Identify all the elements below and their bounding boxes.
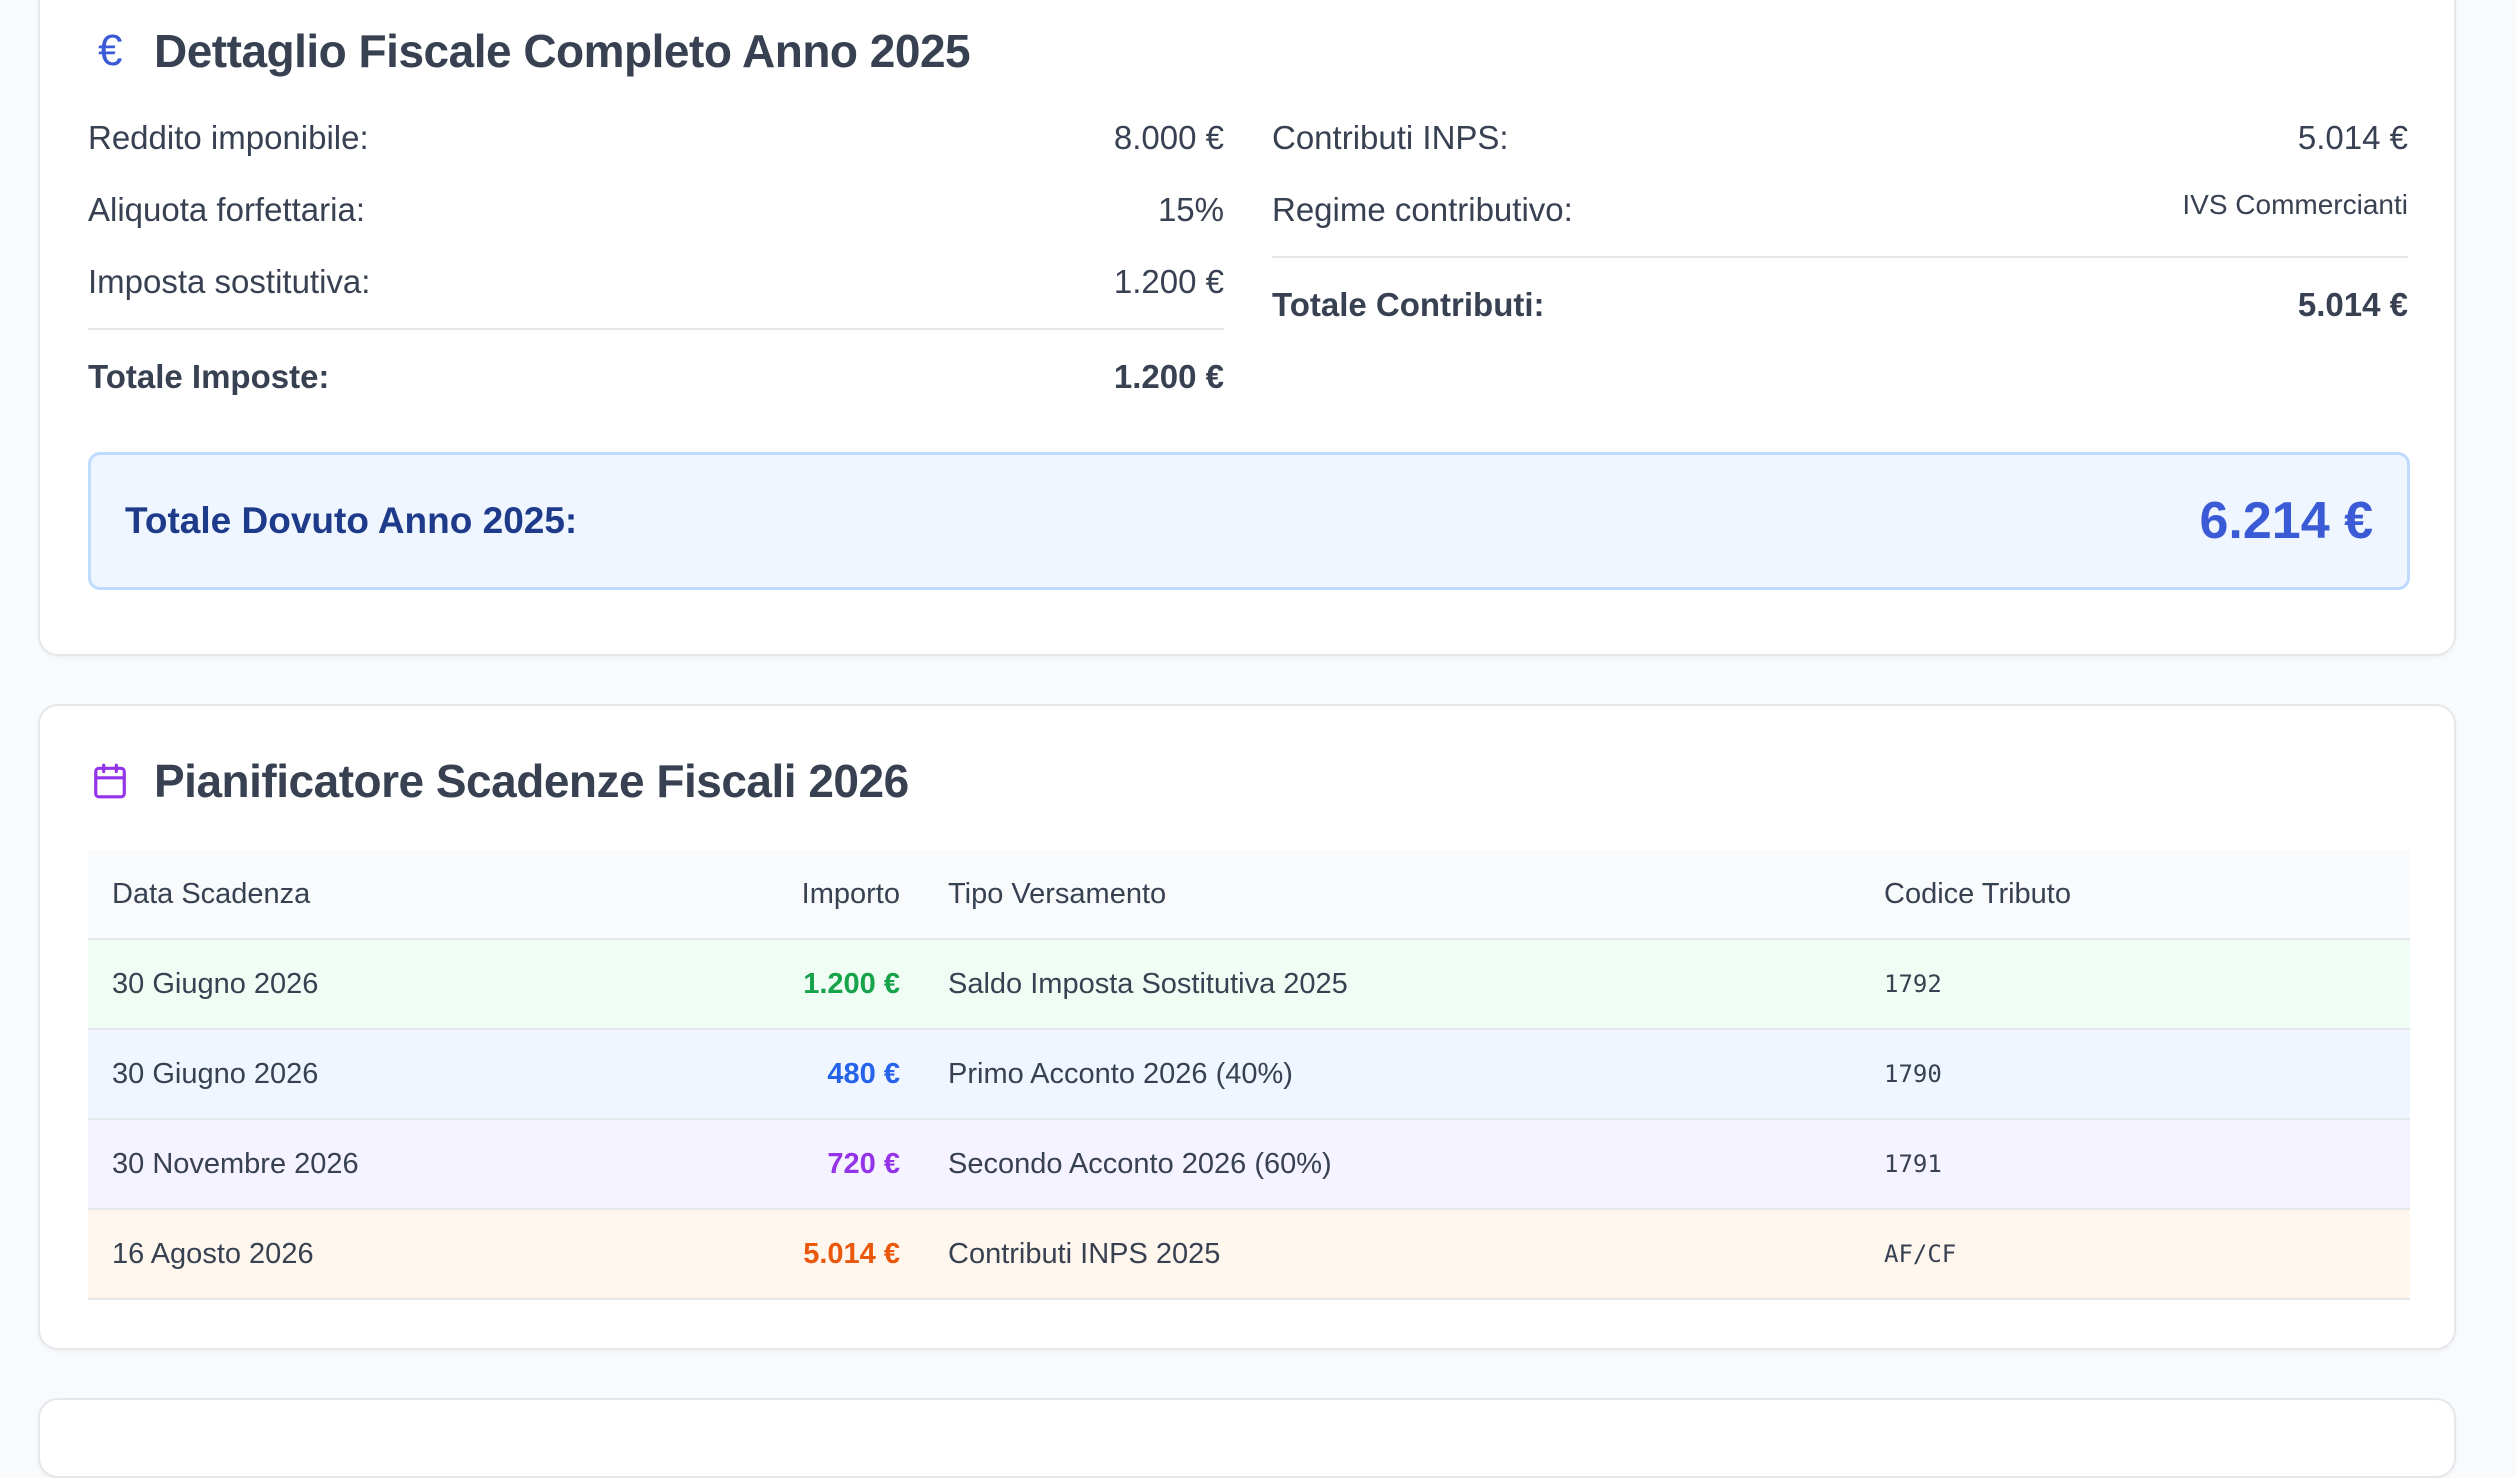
row-date: 30 Novembre 2026 <box>112 1147 359 1180</box>
fiscal-detail-card: € Dettaglio Fiscale Completo Anno 2025 R… <box>38 0 2456 656</box>
row-code: 1790 <box>1884 1060 1942 1088</box>
row-label: Aliquota forfettaria: <box>88 191 365 228</box>
row-date: 30 Giugno 2026 <box>112 1057 319 1090</box>
fiscal-detail-title: Dettaglio Fiscale Completo Anno 2025 <box>154 25 971 77</box>
fiscal-detail-header: € Dettaglio Fiscale Completo Anno 2025 <box>88 24 971 78</box>
euro-icon: € <box>98 26 122 75</box>
row-label: Regime contributivo: <box>1272 191 1573 228</box>
row-amount: 720 € <box>827 1147 900 1180</box>
row-value: 1.200 € <box>1113 358 1224 395</box>
total-contributions-row: Totale Contributi: 5.014 € <box>1272 272 2408 338</box>
row-type: Contributi INPS 2025 <box>948 1237 1221 1270</box>
contribution-regime-row: Regime contributivo: IVS Commercianti <box>1272 174 2408 246</box>
table-body: 30 Giugno 2026 1.200 € Saldo Imposta Sosti… <box>88 940 2410 1300</box>
row-amount: 1.200 € <box>803 967 900 1000</box>
row-amount: 480 € <box>827 1057 900 1090</box>
next-card <box>38 1398 2456 1478</box>
total-taxes-row: Totale Imposte: 1.200 € <box>88 344 1224 410</box>
taxes-column: Reddito imponibile: 8.000 € Aliquota for… <box>88 102 1224 410</box>
total-due-box: Totale Dovuto Anno 2025: 6.214 € <box>88 452 2410 590</box>
table-row: 30 Novembre 2026 720 € Secondo Acconto 202… <box>88 1120 2410 1210</box>
row-date: 16 Agosto 2026 <box>112 1237 314 1270</box>
planner-header: Pianificatore Scadenze Fiscali 2026 <box>88 754 909 808</box>
row-value: IVS Commercianti <box>2182 189 2408 220</box>
total-due-label: Totale Dovuto Anno 2025: <box>125 500 578 541</box>
table-header: Data Scadenza Importo Tipo Versamento Co… <box>88 850 2410 940</box>
row-type: Saldo Imposta Sostitutiva 2025 <box>948 967 1348 1000</box>
header-code: Codice Tributo <box>1884 877 2071 910</box>
header-amount: Importo <box>801 877 900 910</box>
substitute-tax-row: Imposta sostitutiva: 1.200 € <box>88 246 1224 318</box>
row-value: 5.014 € <box>2297 286 2408 323</box>
header-type: Tipo Versamento <box>948 877 1167 910</box>
table-row: 16 Agosto 2026 5.014 € Contributi INPS 202… <box>88 1210 2410 1300</box>
calendar-icon <box>88 759 132 803</box>
row-label: Imposta sostitutiva: <box>88 263 371 300</box>
row-value: 8.000 € <box>1113 119 1224 156</box>
total-due-value: 6.214 € <box>2199 492 2374 550</box>
row-label: Totale Contributi: <box>1272 286 1545 323</box>
row-label: Totale Imposte: <box>88 358 330 395</box>
row-date: 30 Giugno 2026 <box>112 967 319 1000</box>
row-type: Primo Acconto 2026 (40%) <box>948 1057 1293 1090</box>
row-code: 1791 <box>1884 1150 1942 1178</box>
row-amount: 5.014 € <box>803 1237 900 1270</box>
divider <box>1272 256 2408 258</box>
row-value: 1.200 € <box>1113 263 1224 300</box>
row-code: 1792 <box>1884 970 1942 998</box>
row-type: Secondo Acconto 2026 (60%) <box>948 1147 1332 1180</box>
contributions-column: Contributi INPS: 5.014 € Regime contribu… <box>1272 102 2408 338</box>
deadlines-table: Data Scadenza Importo Tipo Versamento Co… <box>88 850 2410 1300</box>
row-value: 15% <box>1157 191 1224 228</box>
header-date: Data Scadenza <box>112 877 311 910</box>
row-code: AF/CF <box>1884 1240 1957 1268</box>
deadline-planner-card: Pianificatore Scadenze Fiscali 2026 Data… <box>38 704 2456 1350</box>
table-row: 30 Giugno 2026 480 € Primo Acconto 2026 (4… <box>88 1030 2410 1120</box>
row-label: Reddito imponibile: <box>88 119 369 156</box>
divider <box>88 328 1224 330</box>
row-value: 5.014 € <box>2297 119 2408 156</box>
row-label: Contributi INPS: <box>1272 119 1509 156</box>
taxable-income-row: Reddito imponibile: 8.000 € <box>88 102 1224 174</box>
planner-title: Pianificatore Scadenze Fiscali 2026 <box>154 755 909 807</box>
table-row: 30 Giugno 2026 1.200 € Saldo Imposta Sosti… <box>88 940 2410 1030</box>
flat-rate-row: Aliquota forfettaria: 15% <box>88 174 1224 246</box>
inps-contributions-row: Contributi INPS: 5.014 € <box>1272 102 2408 174</box>
